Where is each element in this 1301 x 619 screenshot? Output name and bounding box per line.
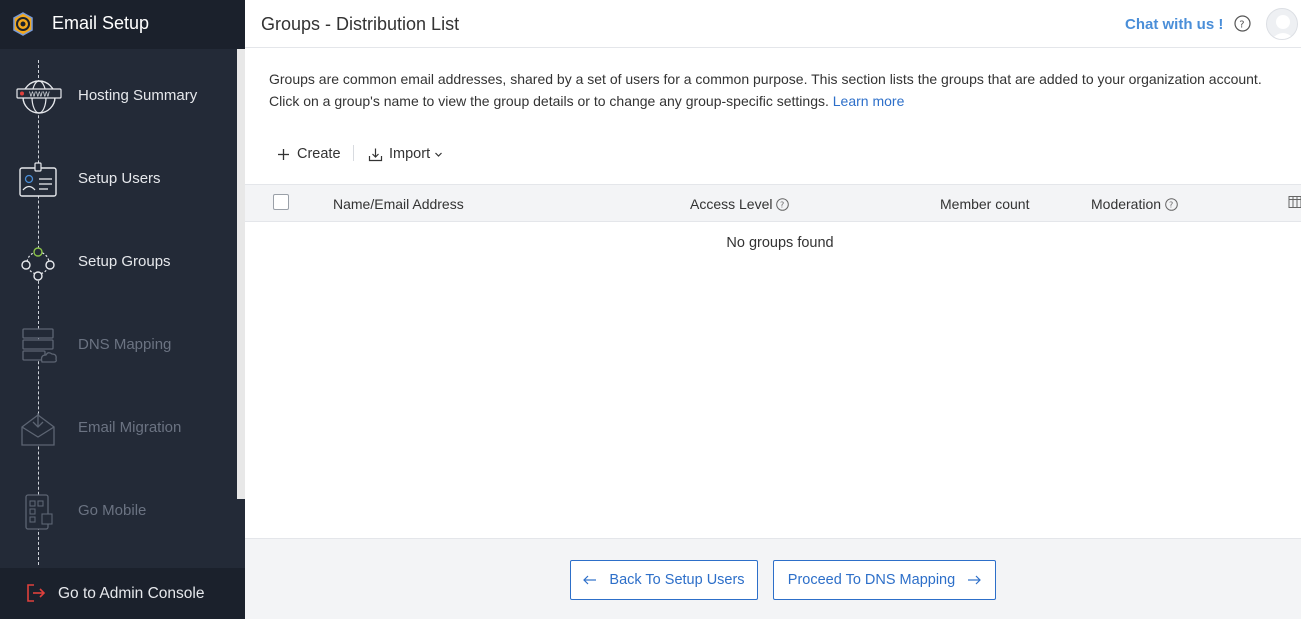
column-header-moderation[interactable]: Moderation ? [1091, 196, 1178, 212]
sidebar: Email Setup WWW Hosting Summary Setup Us… [0, 0, 245, 619]
envelope-download-icon [21, 413, 55, 446]
sidebar-scrollbar[interactable] [237, 49, 245, 499]
step-label: Hosting Summary [78, 87, 198, 104]
svg-text:?: ? [780, 200, 784, 209]
step-label: Go Mobile [78, 502, 147, 519]
svg-text:?: ? [1169, 200, 1173, 209]
page-footer: Back To Setup Users Proceed To DNS Mappi… [245, 538, 1301, 619]
back-to-setup-users-button[interactable]: Back To Setup Users [570, 560, 758, 600]
page-title: Groups - Distribution List [261, 14, 460, 34]
sidebar-title: Email Setup [52, 13, 150, 33]
proceed-to-dns-mapping-button[interactable]: Proceed To DNS Mapping [773, 560, 996, 600]
svg-text:WWW: WWW [29, 91, 50, 99]
step-label: Setup Groups [78, 253, 171, 270]
create-button[interactable]: Create [277, 144, 341, 164]
go-to-admin-console[interactable]: Go to Admin Console [0, 568, 245, 619]
column-members-label: Member count [940, 196, 1030, 212]
exit-icon [27, 584, 46, 602]
step-email-migration[interactable]: Email Migration [0, 399, 236, 459]
globe-www-icon: WWW [16, 80, 62, 114]
svg-text:?: ? [1239, 20, 1244, 31]
column-moderation-label: Moderation [1091, 196, 1162, 212]
gear-envelope-icon [13, 12, 33, 36]
column-access-label: Access Level [690, 196, 773, 212]
select-all-checkbox[interactable] [273, 194, 289, 210]
arrow-right-icon [968, 575, 982, 585]
chevron-down-icon [435, 152, 443, 157]
import-button[interactable]: Import [368, 144, 443, 164]
column-header-access-level[interactable]: Access Level ? [690, 196, 790, 212]
server-cloud-icon [22, 328, 57, 363]
column-name-label: Name/Email Address [333, 196, 464, 212]
help-icon[interactable]: ? [776, 197, 790, 211]
help-icon[interactable]: ? [1165, 197, 1178, 211]
learn-more-link[interactable]: Learn more [833, 93, 905, 109]
column-header-name[interactable]: Name/Email Address [333, 196, 464, 212]
id-card-icon [19, 162, 57, 197]
step-setup-groups[interactable]: Setup Groups [0, 233, 236, 293]
arrow-left-icon [583, 575, 597, 585]
phone-apps-icon [25, 494, 53, 530]
step-go-mobile[interactable]: Go Mobile [0, 482, 236, 542]
create-label: Create [297, 146, 341, 162]
help-icon[interactable]: ? [1234, 15, 1251, 32]
chat-with-us-link[interactable]: Chat with us ! [1125, 16, 1223, 33]
column-settings-icon[interactable] [1288, 195, 1301, 209]
step-label: DNS Mapping [78, 336, 172, 353]
import-icon [368, 148, 383, 161]
back-label: Back To Setup Users [609, 572, 745, 588]
avatar[interactable] [1266, 8, 1298, 40]
proceed-label: Proceed To DNS Mapping [787, 572, 956, 588]
user-silhouette-icon [1271, 15, 1295, 39]
page-description: Groups are common email addresses, share… [269, 68, 1289, 112]
network-people-icon [21, 247, 55, 281]
description-text: Groups are common email addresses, share… [269, 71, 1262, 109]
column-header-member-count[interactable]: Member count [940, 196, 1029, 212]
empty-state-message: No groups found [726, 235, 834, 251]
page-header: Groups - Distribution List Chat with us … [245, 0, 1301, 48]
plus-icon [278, 148, 289, 160]
step-setup-users[interactable]: Setup Users [0, 150, 236, 210]
admin-console-label: Go to Admin Console [58, 585, 205, 602]
step-label: Email Migration [78, 419, 182, 436]
toolbar-divider [353, 145, 354, 161]
step-label: Setup Users [78, 170, 161, 187]
import-label: Import [389, 146, 431, 162]
table-header: Name/Email Address Access Level ? Member… [245, 184, 1301, 222]
step-dns-mapping[interactable]: DNS Mapping [0, 316, 236, 376]
step-hosting-summary[interactable]: WWW Hosting Summary [0, 67, 236, 127]
sidebar-header: Email Setup [0, 0, 245, 49]
